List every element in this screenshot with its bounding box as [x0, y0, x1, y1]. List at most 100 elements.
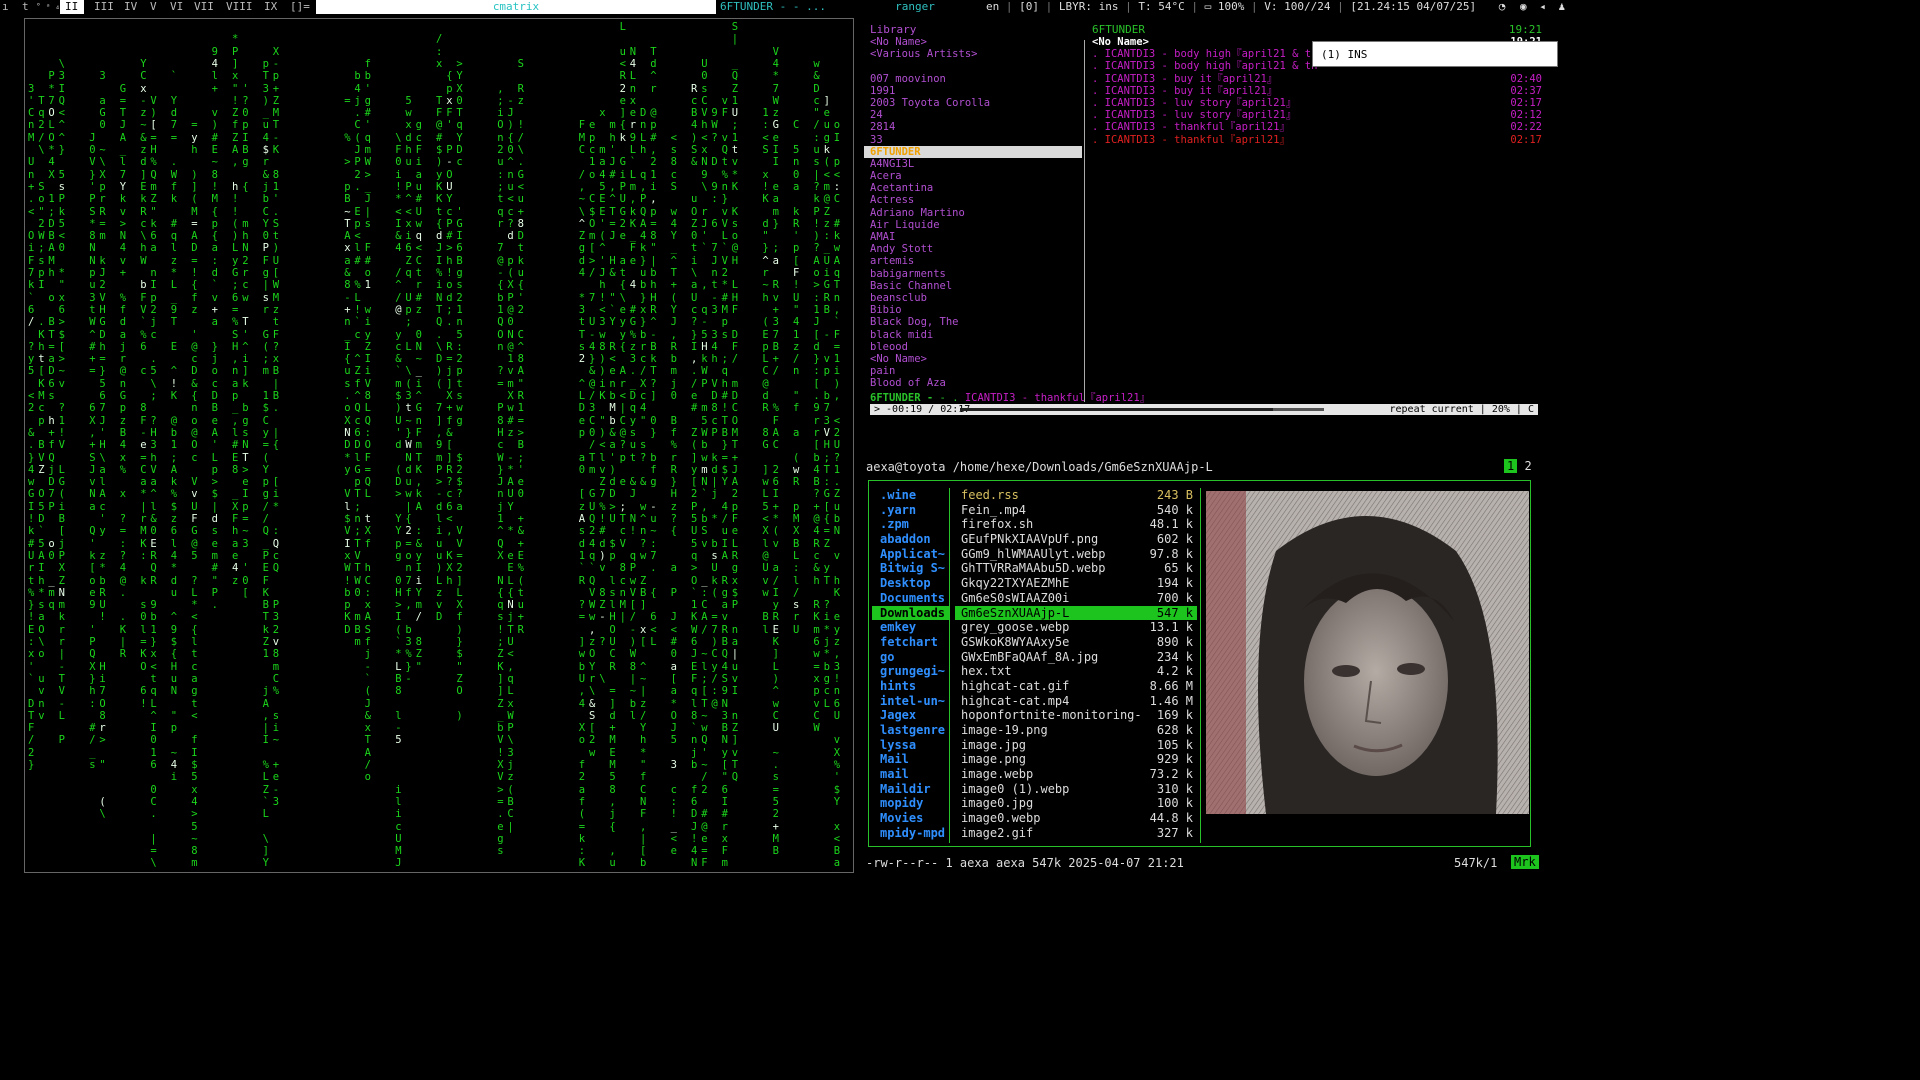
ranger-tab-1[interactable]: 1 [1504, 459, 1518, 473]
dir-item[interactable]: Desktop [872, 576, 949, 591]
file-row[interactable]: image0.webp 44.8 k [955, 811, 1197, 826]
dir-item[interactable]: emkey [872, 620, 949, 635]
window-tab-music[interactable]: 6FTUNDER - - ... [720, 0, 848, 14]
artist-item[interactable]: black midi [864, 329, 1082, 341]
window-title[interactable]: cmatrix [316, 0, 716, 14]
track-row[interactable]: . ICANTDI3 - luv story『april21』 02:17 [1092, 97, 1542, 109]
track-row[interactable]: . ICANTDI3 - thankful『april21』 02:22 [1092, 121, 1542, 133]
dir-item[interactable]: mopidy [872, 796, 949, 811]
artist-item[interactable]: 6FTUNDER [864, 145, 1082, 158]
artist-item[interactable]: Acera [864, 170, 1082, 182]
artist-item[interactable]: Blood of Aza [864, 377, 1082, 389]
dir-item[interactable]: intel-un~ [872, 694, 949, 709]
file-row[interactable]: image-19.png 628 k [955, 723, 1197, 738]
track-row[interactable]: . ICANTDI3 - buy it『april21』 02:40 [1092, 73, 1542, 85]
file-row[interactable]: image0 (1).webp 310 k [955, 782, 1197, 797]
dir-item[interactable]: hints [872, 679, 949, 694]
dir-item[interactable]: .zpm [872, 517, 949, 532]
artist-item[interactable]: 24 [864, 109, 1082, 121]
dir-item[interactable]: go [872, 650, 949, 665]
artist-item[interactable]: Acetantina [864, 182, 1082, 194]
ranger-tab-2[interactable]: 2 [1524, 459, 1531, 473]
file-row[interactable]: GhTTVRRaMAAbu5D.webp 65 k [955, 561, 1197, 576]
artist-item[interactable]: <No Name> [864, 353, 1082, 365]
file-row[interactable]: grey_goose.webp 13.1 k [955, 620, 1197, 635]
parent-dir-list[interactable]: .wine .yarn .zpm abaddon Applicat~ Bitwig S~ D… [872, 488, 949, 841]
file-row[interactable]: hoponfortnite-monitoring-~ 169 k [955, 708, 1197, 723]
artist-item[interactable]: Basic Channel [864, 280, 1082, 292]
artist-item[interactable]: beansclub [864, 292, 1082, 304]
workspace-4[interactable]: IV [124, 0, 137, 14]
artist-item[interactable]: artemis [864, 255, 1082, 267]
dir-item[interactable]: lyssa [872, 738, 949, 753]
artist-item[interactable]: 007 moovinon [864, 73, 1082, 85]
file-row[interactable]: firefox.sh 48.1 k [955, 517, 1197, 532]
artist-item[interactable]: <No Name> [864, 36, 1082, 48]
artist-item[interactable]: Black Dog, The [864, 316, 1082, 328]
track-row[interactable]: . ICANTDI3 - thankful『april21』 02:17 [1092, 134, 1542, 146]
file-row[interactable]: Gm6eS0sWIAAZ00i 700 k [955, 591, 1197, 606]
file-row[interactable]: hex.txt 4.2 k [955, 664, 1197, 679]
workspace-6[interactable]: VI [170, 0, 183, 14]
file-row[interactable]: GGm9_hlWMAAUlyt.webp 97.8 k [955, 547, 1197, 562]
file-list[interactable]: feed.rss 243 B Fein_.mp4 540 k firefox.sh 48.… [955, 488, 1197, 841]
artist-item[interactable] [864, 60, 1082, 72]
dir-item[interactable]: lastgenre [872, 723, 949, 738]
file-row[interactable]: Gm6eSznXUAAjp-L 547 k [955, 605, 1197, 621]
workspace-3[interactable]: III [94, 0, 114, 14]
track-row[interactable]: . ICANTDI3 - buy it『april21』 02:37 [1092, 85, 1542, 97]
dir-item[interactable]: fetchart [872, 635, 949, 650]
file-row[interactable]: Gkqy22TXYAEZMhE 194 k [955, 576, 1197, 591]
file-row[interactable]: image.webp 73.2 k [955, 767, 1197, 782]
layout-indicator[interactable]: []= [290, 0, 310, 14]
dir-item[interactable]: mail [872, 767, 949, 782]
file-row[interactable]: image.jpg 105 k [955, 738, 1197, 753]
file-row[interactable]: image0.jpg 100 k [955, 796, 1197, 811]
dir-item[interactable]: Jagex [872, 708, 949, 723]
dir-item[interactable]: Downloads [872, 605, 949, 621]
dir-item[interactable]: Mail [872, 752, 949, 767]
dir-item[interactable]: Movies [872, 811, 949, 826]
dir-item[interactable]: Documents [872, 591, 949, 606]
workspace-2[interactable]: II [62, 0, 82, 14]
dir-item[interactable]: .wine [872, 488, 949, 503]
workspace-7[interactable]: VII [194, 0, 214, 14]
artist-item[interactable]: 33 [864, 134, 1082, 146]
artist-item[interactable]: A4NGI3L [864, 158, 1082, 170]
artist-item[interactable]: Air Liquide [864, 219, 1082, 231]
dir-item[interactable]: Bitwig S~ [872, 561, 949, 576]
dir-item[interactable]: abaddon [872, 532, 949, 547]
artist-item[interactable]: bleood [864, 341, 1082, 353]
file-row[interactable]: image.png 929 k [955, 752, 1197, 767]
artist-item[interactable]: 2814 [864, 121, 1082, 133]
workspace-5[interactable]: V [150, 0, 157, 14]
artist-item[interactable]: Bibio [864, 304, 1082, 316]
artist-item[interactable]: babigarments [864, 268, 1082, 280]
file-row[interactable]: GSWkoK8WYAAxy5e 890 k [955, 635, 1197, 650]
artist-item[interactable]: AMAI [864, 231, 1082, 243]
file-row[interactable]: feed.rss 243 B [955, 488, 1197, 503]
file-row[interactable]: GEufPNkXIAAVpUf.png 602 k [955, 532, 1197, 547]
dir-item[interactable]: Maildir [872, 782, 949, 797]
window-tab-ranger[interactable]: ranger [850, 0, 980, 14]
artist-item[interactable]: Adriano Martino [864, 207, 1082, 219]
music-player[interactable]: Library <No Name> <Various Artists> 007 mo… [864, 18, 1564, 416]
file-row[interactable]: Fein_.mp4 540 k [955, 503, 1197, 518]
artist-list[interactable]: <No Name> <Various Artists> 007 moovinon 19… [864, 36, 1082, 389]
dir-item[interactable]: grungegi~ [872, 664, 949, 679]
cmatrix-terminal[interactable]: 3 ' Cn M Un +. < Oi F 7 k ` 6/? y 5 <2 &.} 4 w G I! k # Ur t%}! E… [24, 18, 854, 873]
workspace-9[interactable]: IX [264, 0, 277, 14]
artist-item[interactable]: <Various Artists> [864, 48, 1082, 60]
artist-item[interactable]: 1991 [864, 85, 1082, 97]
speaker-icon[interactable]: ◂ [1539, 0, 1546, 13]
file-row[interactable]: highcat-cat.gif 8.66 M [955, 679, 1197, 694]
tray-icon-bell[interactable]: ♟ [1559, 0, 1566, 13]
dir-item[interactable]: Applicat~ [872, 547, 949, 562]
artist-item[interactable]: 2003 Toyota Corolla [864, 97, 1082, 109]
artist-item[interactable]: Andy Stott [864, 243, 1082, 255]
tray-icon-1[interactable]: ◔ [1499, 0, 1506, 13]
dir-item[interactable]: .yarn [872, 503, 949, 518]
track-row[interactable]: . ICANTDI3 - luv story『april21』 02:12 [1092, 109, 1542, 121]
file-row[interactable]: image2.gif 327 k [955, 826, 1197, 841]
dir-item[interactable]: mpidy-mpd [872, 826, 949, 841]
